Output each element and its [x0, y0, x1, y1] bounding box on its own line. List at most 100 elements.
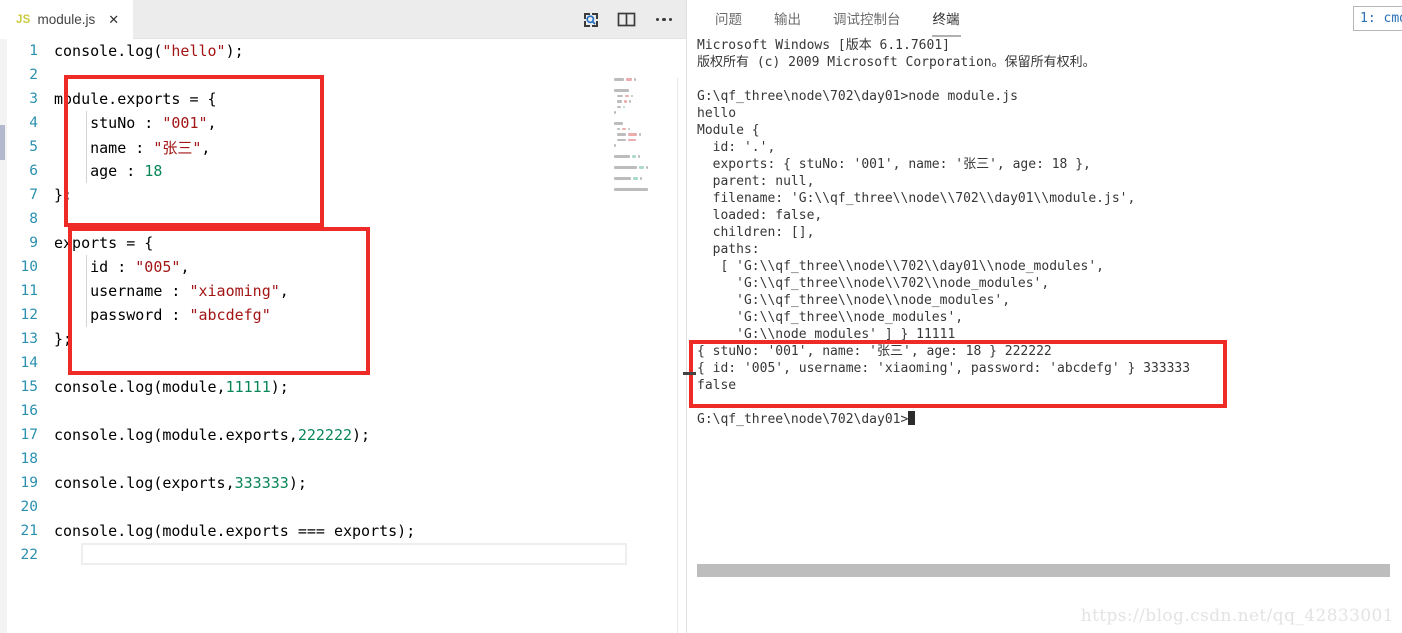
minimap-token: [626, 78, 632, 81]
terminal-line: 版权所有 (c) 2009 Microsoft Corporation。保留所有…: [697, 55, 1096, 70]
line-number: 3: [29, 91, 38, 107]
minimap-row: [614, 194, 676, 198]
minimap-row: [614, 127, 676, 132]
panel-tab-output-label: 输出: [774, 11, 801, 28]
terminal-line: false: [697, 378, 737, 393]
tab-module-js[interactable]: JS module.js ✕: [0, 0, 134, 39]
code-token: name :: [54, 138, 154, 157]
line-number: 9: [29, 235, 38, 251]
code-token: stuNo :: [54, 114, 163, 132]
indent-guide: [86, 303, 87, 327]
line-number: 12: [20, 307, 38, 323]
indent-guide: [86, 279, 87, 303]
code-token: exports = {: [54, 234, 154, 252]
minimap-row: [614, 78, 676, 82]
minimap-row: [614, 150, 676, 154]
line-number: 11: [20, 283, 38, 299]
code-line: 16: [7, 399, 686, 423]
terminal-instance-select[interactable]: 1: cmd: [1353, 6, 1402, 31]
minimap-token: [617, 127, 620, 131]
open-preview-icon[interactable]: [581, 10, 601, 30]
code-line: 10 id : "005",: [7, 255, 686, 279]
panel-tab-problems[interactable]: 问题: [713, 0, 744, 38]
code-line: 1 console.log("hello");: [7, 39, 686, 63]
terminal-horizontal-scrollbar[interactable]: [697, 564, 1390, 577]
minimap-row: [614, 177, 676, 181]
terminal-line: 'G:\\qf_three\\node\\node_modules',: [697, 293, 1011, 308]
code-text: };: [54, 330, 72, 348]
minimap-token: [614, 144, 616, 147]
code-text: id : "005",: [54, 258, 189, 276]
current-line-highlight: [81, 543, 627, 565]
code-token: password :: [54, 306, 190, 324]
minimap-token: [639, 133, 641, 136]
minimap-token: [639, 166, 644, 169]
vscode-window: JS module.js ✕ 1 console.log("hello"); 2…: [0, 0, 1402, 633]
code-line: 17 console.log(module.exports,222222);: [7, 423, 686, 447]
minimap-token: [628, 138, 636, 142]
code-line: 5 name : "张三",: [7, 135, 686, 159]
close-icon[interactable]: ✕: [108, 13, 119, 26]
terminal-line: 'G:\\node_modules' ] } 11111: [697, 327, 956, 342]
minimap-row: [614, 122, 676, 126]
line-number: 22: [20, 547, 38, 563]
editor-pane: JS module.js ✕ 1 console.log("hello"); 2…: [0, 0, 687, 633]
terminal-line: { stuNo: '001', name: '张三', age: 18 } 22…: [697, 344, 1052, 359]
minimap-row: [614, 161, 676, 165]
minimap-token: [628, 133, 637, 136]
scroll-position-indicator[interactable]: [0, 125, 5, 160]
panel-tab-output[interactable]: 输出: [772, 0, 803, 38]
panel-tab-debug-console[interactable]: 调试控制台: [831, 0, 903, 38]
code-token: ,: [201, 138, 211, 157]
terminal-output[interactable]: Microsoft Windows [版本 6.1.7601] 版权所有 (c) …: [688, 37, 1402, 633]
minimap-row: [614, 155, 676, 159]
code-token: console.log(module.exports,: [54, 426, 298, 444]
code-token: "abcdefg": [189, 306, 271, 324]
code-line: 11 username : "xiaoming",: [7, 279, 686, 303]
line-number: 7: [29, 187, 38, 203]
code-text: name : "张三",: [54, 137, 210, 158]
line-number: 5: [29, 139, 38, 155]
code-text: module.exports = {: [54, 90, 217, 108]
code-token: username :: [54, 282, 190, 300]
minimap-row: [614, 94, 676, 99]
line-number: 18: [20, 451, 38, 467]
line-number: 1: [29, 43, 38, 59]
indent-guide: [86, 135, 87, 159]
indent-guide: [86, 159, 87, 183]
more-actions-icon[interactable]: [652, 17, 677, 22]
code-lines: 1 console.log("hello"); 2 3 module.exports =…: [7, 39, 686, 567]
code-token: module.exports = {: [54, 90, 217, 108]
code-token: age :: [54, 162, 145, 180]
minimap-divider: [677, 78, 678, 633]
panel-tab-terminal[interactable]: 终端: [931, 0, 962, 38]
terminal-line: hello: [697, 106, 737, 121]
minimap-token: [628, 127, 630, 131]
code-line: 2: [7, 63, 686, 87]
terminal-prompt-text: G:\qf_three\node\702\day01>: [697, 412, 909, 427]
code-line: 19 console.log(exports,333333);: [7, 471, 686, 495]
panel-tab-terminal-label: 终端: [932, 11, 960, 28]
terminal-line: [ 'G:\\qf_three\\node\\702\\day01\\node_…: [697, 259, 1104, 274]
code-line: 18: [7, 447, 686, 471]
minimap-row: [614, 111, 676, 115]
terminal-lines: Microsoft Windows [版本 6.1.7601] 版权所有 (c) …: [697, 37, 1402, 411]
line-number: 8: [29, 211, 38, 227]
terminal-prompt-line: G:\qf_three\node\702\day01>: [697, 411, 1402, 428]
terminal-line: { id: '005', username: 'xiaoming', passw…: [697, 361, 1191, 376]
code-text: console.log(exports,333333);: [54, 474, 307, 492]
indent-guide: [86, 255, 87, 279]
code-line: 20: [7, 495, 686, 519]
code-token: "001": [162, 114, 208, 132]
line-number: 6: [29, 163, 38, 179]
code-token: id :: [54, 258, 136, 276]
code-token: 333333: [234, 474, 289, 492]
terminal-line: 'G:\\qf_three\\node_modules',: [697, 310, 964, 325]
minimap-row: [614, 133, 676, 137]
code-token: console.log(module,: [54, 378, 226, 396]
minimap-row: [614, 144, 676, 148]
split-editor-icon[interactable]: [617, 10, 636, 29]
minimap-token: [614, 111, 616, 114]
